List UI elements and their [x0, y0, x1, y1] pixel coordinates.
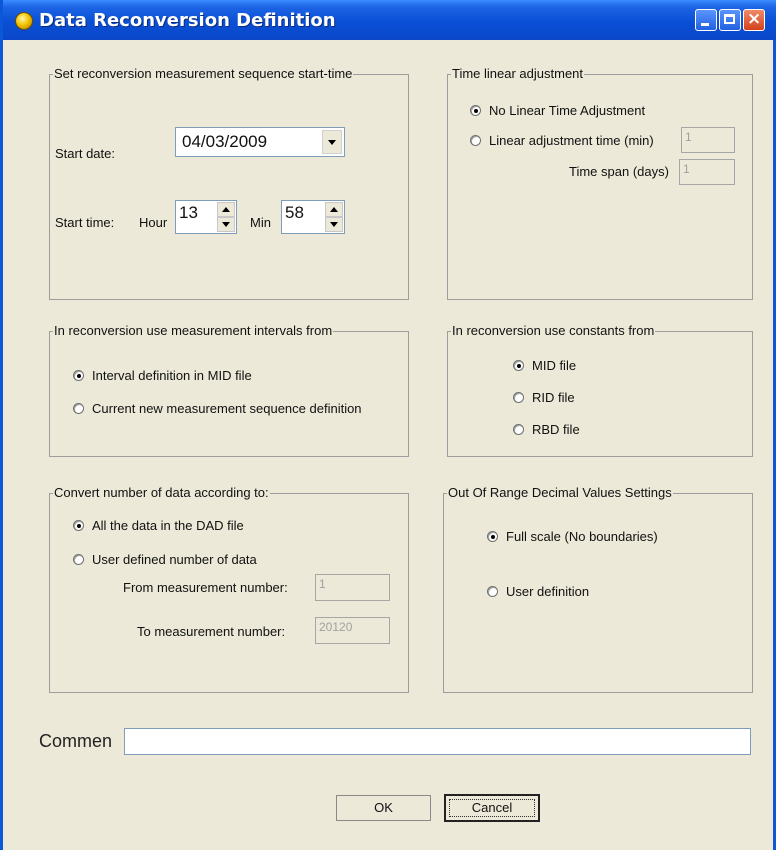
radio-full-scale-label: Full scale (No boundaries) — [506, 529, 658, 544]
start-time-group: Set reconversion measurement sequence st… — [49, 66, 409, 300]
hour-label: Hour — [139, 215, 168, 230]
minimize-button[interactable] — [695, 9, 717, 31]
radio-constants-rid-label: RID file — [532, 390, 575, 405]
radio-all-data-label: All the data in the DAD file — [92, 518, 244, 533]
radio-interval-current-label: Current new measurement sequence definit… — [92, 401, 362, 416]
window-title: Data Reconversion Definition — [39, 10, 336, 31]
start-date-label: Start date: — [55, 146, 115, 161]
title-bar[interactable]: Data Reconversion Definition × — [3, 0, 776, 40]
radio-constants-rid[interactable]: RID file — [513, 390, 575, 405]
radio-button-icon — [513, 360, 524, 371]
minimize-icon — [701, 23, 709, 26]
radio-full-scale[interactable]: Full scale (No boundaries) — [487, 529, 658, 544]
constants-group: In reconversion use constants from — [447, 323, 753, 457]
hour-up-arrow-icon[interactable] — [217, 202, 235, 217]
radio-button-icon — [73, 370, 84, 381]
close-icon: × — [747, 9, 762, 29]
close-button[interactable]: × — [743, 9, 765, 31]
intervals-group-title: In reconversion use measurement interval… — [53, 323, 334, 338]
min-up-arrow-icon[interactable] — [325, 202, 343, 217]
radio-interval-mid[interactable]: Interval definition in MID file — [73, 368, 252, 383]
radio-button-icon — [470, 135, 481, 146]
radio-user-defined[interactable]: User defined number of data — [73, 552, 257, 567]
app-icon — [15, 12, 33, 30]
radio-no-linear-label: No Linear Time Adjustment — [489, 103, 646, 118]
radio-user-definition[interactable]: User definition — [487, 584, 589, 599]
radio-no-linear[interactable]: No Linear Time Adjustment — [470, 103, 645, 118]
to-measurement-input[interactable]: 20120 — [315, 617, 390, 644]
radio-constants-mid[interactable]: MID file — [513, 358, 576, 373]
radio-constants-rbd-label: RBD file — [532, 422, 580, 437]
hour-down-arrow-icon[interactable] — [217, 217, 235, 232]
time-linear-group-title: Time linear adjustment — [451, 66, 585, 81]
ok-button[interactable]: OK — [336, 795, 431, 821]
min-value: 58 — [285, 203, 304, 222]
radio-button-icon — [73, 554, 84, 565]
radio-constants-rbd[interactable]: RBD file — [513, 422, 580, 437]
convert-group-title: Convert number of data according to: — [53, 485, 270, 500]
constants-group-title: In reconversion use constants from — [451, 323, 656, 338]
radio-all-data[interactable]: All the data in the DAD file — [73, 518, 244, 533]
start-date-dropdown[interactable]: 04/03/2009 — [175, 127, 345, 157]
radio-button-icon — [513, 424, 524, 435]
radio-button-icon — [487, 531, 498, 542]
hour-value: 13 — [179, 203, 198, 222]
min-down-arrow-icon[interactable] — [325, 217, 343, 232]
to-measurement-label: To measurement number: — [137, 624, 286, 639]
hour-spinner[interactable]: 13 — [175, 200, 237, 234]
maximize-button[interactable] — [719, 9, 741, 31]
start-date-value: 04/03/2009 — [182, 132, 268, 151]
radio-constants-mid-label: MID file — [532, 358, 577, 373]
start-time-group-title: Set reconversion measurement sequence st… — [53, 66, 354, 81]
radio-interval-current[interactable]: Current new measurement sequence definit… — [73, 401, 362, 416]
radio-button-icon — [73, 403, 84, 414]
radio-button-icon — [73, 520, 84, 531]
from-measurement-label: From measurement number: — [123, 580, 288, 595]
intervals-group: In reconversion use measurement interval… — [49, 323, 409, 457]
radio-button-icon — [470, 105, 481, 116]
radio-interval-mid-label: Interval definition in MID file — [92, 368, 252, 383]
start-time-label: Start time: — [55, 215, 115, 230]
radio-linear-adjustment-label: Linear adjustment time (min) — [489, 133, 654, 148]
dialog-window: Data Reconversion Definition × Set recon… — [0, 0, 776, 850]
radio-button-icon — [487, 586, 498, 597]
min-label: Min — [250, 215, 271, 230]
adjustment-time-input[interactable]: 1 — [681, 127, 735, 153]
min-spinner[interactable]: 58 — [281, 200, 345, 234]
radio-button-icon — [513, 392, 524, 403]
radio-user-defined-label: User defined number of data — [92, 552, 257, 567]
maximize-icon — [724, 14, 735, 24]
cancel-button[interactable]: Cancel — [444, 794, 540, 822]
comment-input[interactable] — [124, 728, 751, 755]
from-measurement-input[interactable]: 1 — [315, 574, 390, 601]
comment-label: Commen — [39, 731, 113, 751]
time-span-input[interactable]: 1 — [679, 159, 735, 185]
cancel-button-label: Cancel — [449, 799, 535, 817]
radio-user-definition-label: User definition — [506, 584, 590, 599]
chevron-down-icon[interactable] — [322, 130, 342, 154]
radio-linear-adjustment[interactable]: Linear adjustment time (min) — [470, 133, 654, 148]
range-group-title: Out Of Range Decimal Values Settings — [447, 485, 673, 500]
time-span-label: Time span (days) — [569, 164, 669, 179]
